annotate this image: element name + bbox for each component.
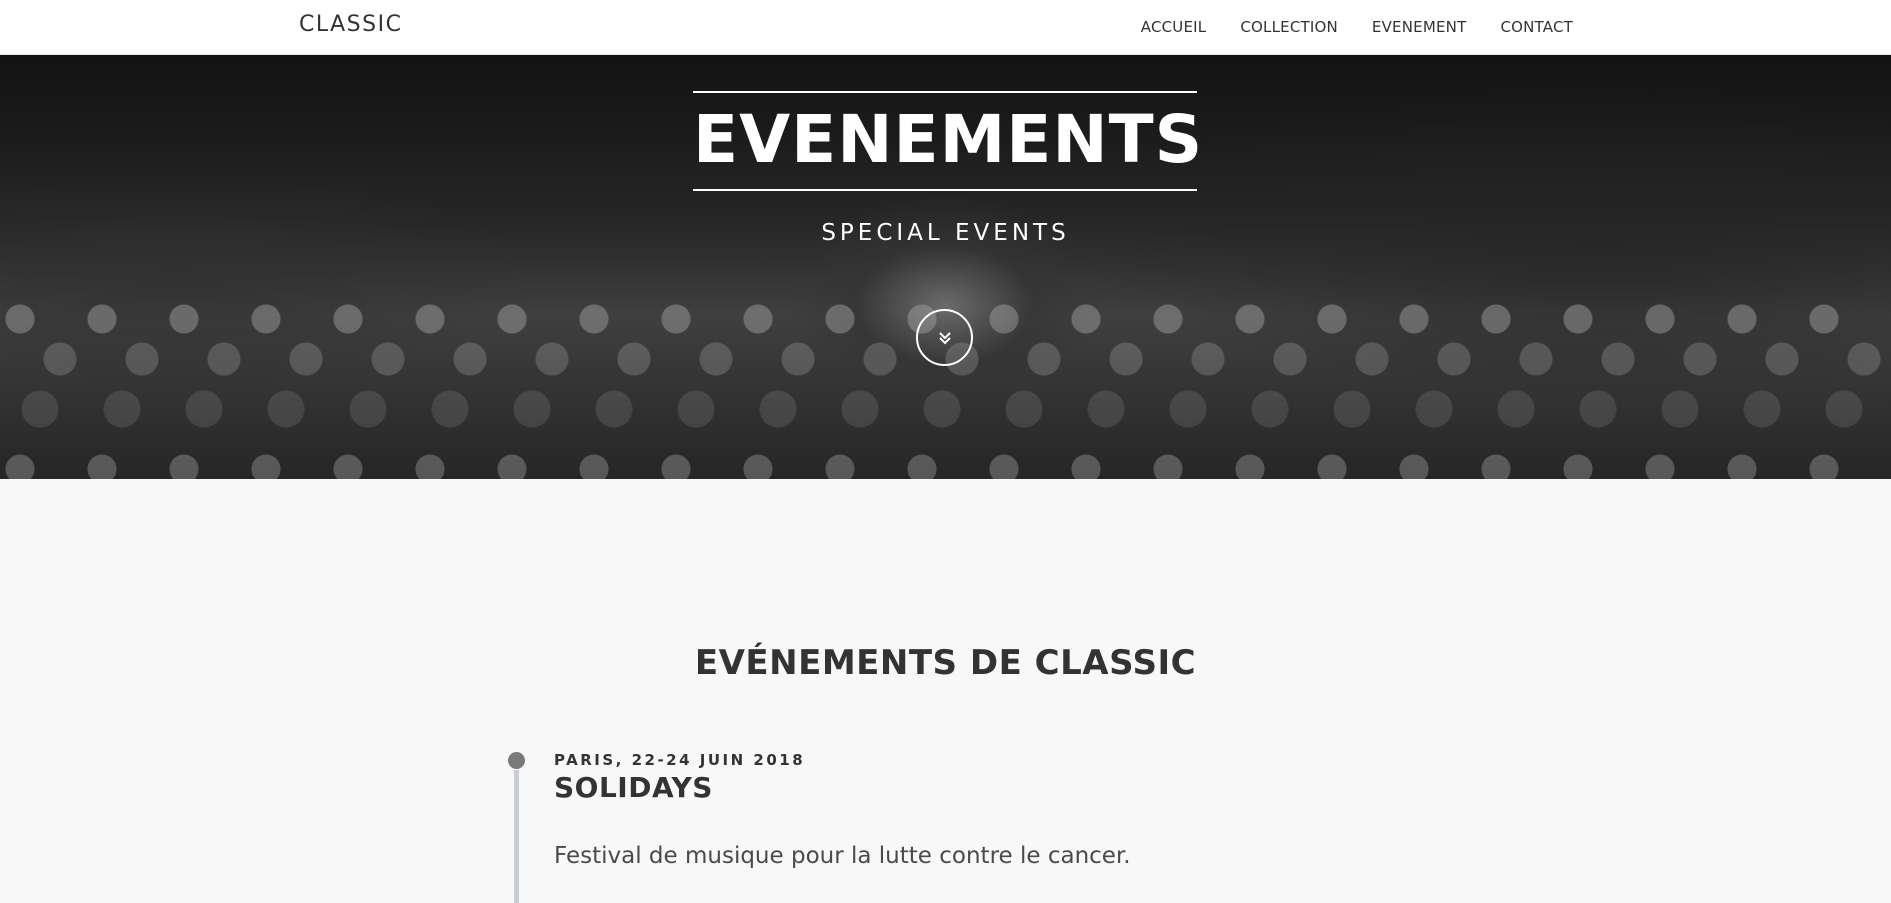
navbar: CLASSIC ACCUEIL COLLECTION EVENEMENT CON… <box>0 0 1891 55</box>
hero-title: EVENEMENTS <box>693 101 1204 178</box>
nav-link-collection[interactable]: COLLECTION <box>1240 18 1338 36</box>
timeline-line <box>514 770 519 903</box>
event-name: SOLIDAYS <box>554 771 713 804</box>
event-date: PARIS, 22-24 JUIN 2018 <box>554 751 806 769</box>
nav-link-contact[interactable]: CONTACT <box>1500 18 1573 36</box>
nav-item-contact: CONTACT <box>1500 18 1573 37</box>
hero-subtitle: SPECIAL EVENTS <box>821 220 1070 246</box>
nav-link-accueil[interactable]: ACCUEIL <box>1141 18 1207 36</box>
nav-link-evenement[interactable]: EVENEMENT <box>1372 18 1467 36</box>
hero-title-frame: EVENEMENTS <box>693 91 1204 191</box>
nav-item-evenement: EVENEMENT <box>1372 18 1467 37</box>
hero-banner: EVENEMENTS SPECIAL EVENTS <box>0 55 1891 479</box>
section-title: EVÉNEMENTS DE CLASSIC <box>694 643 1197 683</box>
timeline-dot <box>508 752 525 769</box>
nav-menu: ACCUEIL COLLECTION EVENEMENT CONTACT <box>1107 0 1573 55</box>
nav-item-accueil: ACCUEIL <box>1141 18 1207 37</box>
brand-logo[interactable]: CLASSIC <box>299 11 402 39</box>
double-chevron-down-icon <box>938 331 951 344</box>
nav-item-collection: COLLECTION <box>1240 18 1338 37</box>
scroll-down-button[interactable] <box>916 309 973 366</box>
event-description: Festival de musique pour la lutte contre… <box>554 843 1131 869</box>
